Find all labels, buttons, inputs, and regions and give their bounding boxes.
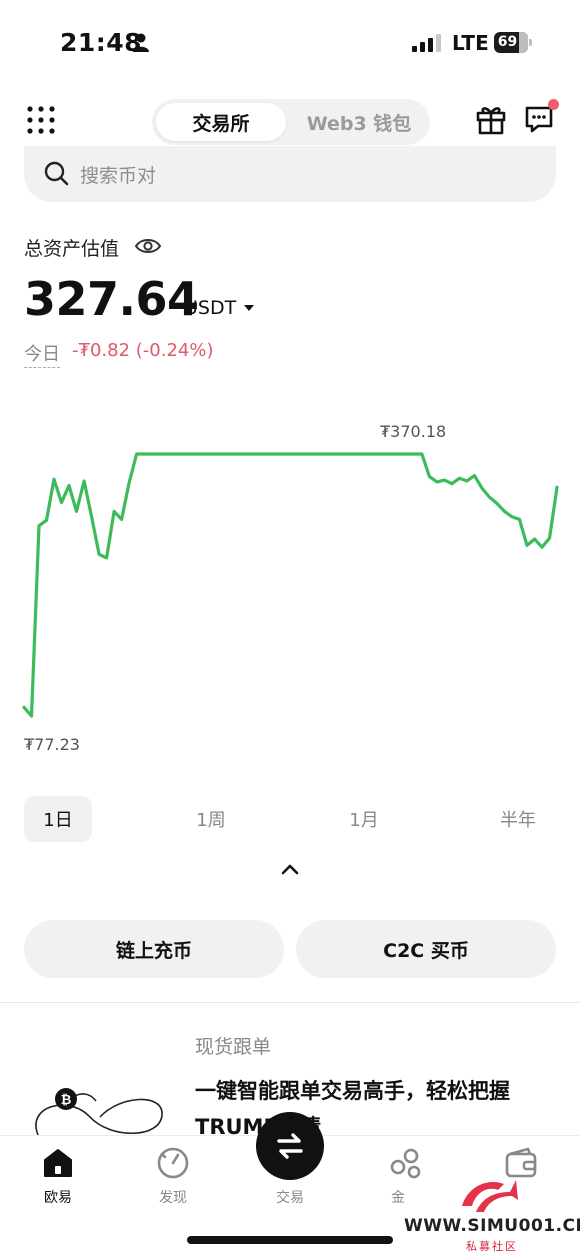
tab-discover-label[interactable]: 发现 — [133, 1187, 213, 1207]
tab-web3-wallet[interactable]: Web3 钱包 — [290, 103, 428, 141]
search-placeholder: 搜索币对 — [80, 165, 157, 187]
period-1d[interactable]: 1日 — [24, 796, 92, 842]
battery-level: 69 — [497, 34, 518, 50]
watermark-logo-icon — [462, 1180, 518, 1212]
grid-menu-icon[interactable] — [27, 106, 55, 134]
eye-icon[interactable] — [135, 236, 161, 256]
chart-series-line — [22, 452, 559, 718]
finance-icon[interactable] — [389, 1146, 423, 1180]
tab-okx-label[interactable]: 欧易 — [18, 1187, 98, 1207]
svg-text:₿: ₿ — [61, 1093, 72, 1108]
person-icon — [133, 33, 149, 52]
c2c-buy-button[interactable]: C2C 买币 — [296, 920, 556, 978]
chevron-up-icon[interactable] — [280, 862, 300, 876]
period-1w[interactable]: 1周 — [177, 796, 245, 842]
battery-icon: 69 — [494, 32, 534, 53]
watermark-site-text: WWW.SIMU001.CN — [404, 1216, 580, 1236]
promo-subtitle: 现货跟单 — [195, 1036, 272, 1058]
gift-icon[interactable] — [476, 103, 506, 135]
chart-min-label: ₮77.23 — [24, 735, 80, 754]
period-6m[interactable]: 半年 — [484, 796, 552, 842]
today-label: 今日 — [24, 340, 60, 368]
tab-trade-label[interactable]: 交易 — [250, 1187, 330, 1207]
caret-down-icon[interactable] — [244, 305, 254, 311]
search-icon — [44, 161, 69, 186]
onchain-deposit-button[interactable]: 链上充币 — [24, 920, 284, 978]
trade-button[interactable] — [256, 1112, 324, 1180]
home-icon[interactable] — [41, 1146, 75, 1180]
watermark-sub-text: 私募社区 — [466, 1240, 518, 1253]
chart-max-label: ₮370.18 — [380, 422, 447, 441]
signal-icon — [412, 34, 441, 52]
status-time: 21:48 — [60, 28, 143, 57]
swap-icon — [277, 1133, 303, 1159]
network-type: LTE — [452, 31, 489, 55]
discover-icon[interactable] — [156, 1146, 190, 1180]
asset-line-chart — [22, 452, 559, 718]
total-assets-value: 327.64 — [24, 272, 199, 326]
period-1m[interactable]: 1月 — [330, 796, 398, 842]
total-assets-label: 总资产估值 — [24, 238, 120, 260]
tab-finance-label[interactable]: 金 — [358, 1187, 438, 1207]
home-indicator — [187, 1236, 393, 1244]
currency-selector[interactable]: USDT — [184, 297, 236, 319]
today-change: -₮0.82 (-0.24%) — [72, 340, 214, 361]
section-divider — [0, 1002, 580, 1003]
notification-dot — [548, 99, 559, 110]
tab-exchange[interactable]: 交易所 — [156, 103, 286, 141]
